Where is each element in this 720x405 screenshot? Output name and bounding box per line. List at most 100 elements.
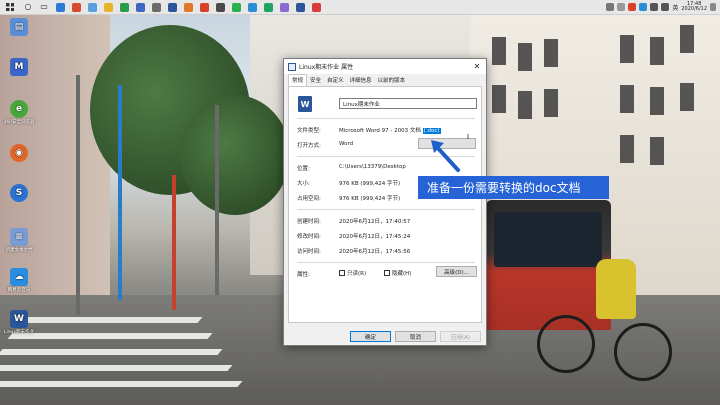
clock[interactable]: 17:48 2020/6/12 [681, 1, 707, 13]
word-icon[interactable] [292, 0, 308, 15]
created-value: 2020年6月12日，17:40:57 [339, 219, 411, 225]
text-file-icon: ≡ [10, 228, 28, 246]
tree [180, 95, 290, 215]
app-icon[interactable] [100, 0, 116, 15]
location-label: 位置: [297, 166, 310, 172]
properties-dialog: Linux期末作业 属性 ✕ 常规 安全 自定义 详细信息 以前的版本 W 文件… [283, 58, 487, 346]
app-m-icon: M [10, 58, 28, 76]
app-icon[interactable] [180, 0, 196, 15]
app-icon[interactable] [164, 0, 180, 15]
desktop-icon[interactable]: e 360安全浏览器 [2, 100, 36, 125]
app-icon[interactable] [52, 0, 68, 15]
tab-previous-versions[interactable]: 以前的版本 [375, 75, 409, 86]
building-window [620, 85, 634, 113]
ok-button[interactable]: 确定 [350, 331, 391, 342]
desktop-icon-label: 360安全浏览器 [3, 120, 35, 125]
app-icon[interactable] [116, 0, 132, 15]
readonly-checkbox[interactable]: 只读(R) [339, 269, 366, 277]
app-icon[interactable] [308, 0, 324, 15]
open-with-value: Word [339, 141, 354, 147]
bus-window [494, 212, 602, 267]
app-icon[interactable] [132, 0, 148, 15]
network-icon[interactable] [661, 3, 670, 11]
app-icon[interactable] [276, 0, 292, 15]
apply-button[interactable]: 应用(A) [440, 331, 481, 342]
disk-size-value: 976 KB (999,424 字节) [339, 196, 401, 202]
app-icon[interactable] [148, 0, 164, 15]
building-window [680, 83, 694, 111]
hidden-checkbox[interactable]: 隐藏(H) [384, 269, 411, 277]
desktop-icon[interactable]: ▤ [2, 18, 36, 37]
building-window [620, 35, 634, 63]
building-window [680, 25, 694, 53]
desktop-icon[interactable]: ≡ 新建文本文档 [2, 228, 36, 253]
general-panel: W 文件类型: Microsoft Word 97 - 2003 文档 (.do… [288, 86, 482, 323]
excel-icon[interactable] [260, 0, 276, 15]
word-doc-icon: W [10, 310, 28, 328]
accessed-label: 访问时间: [297, 249, 321, 255]
notification-icon[interactable] [710, 3, 716, 11]
app-icon[interactable] [212, 0, 228, 15]
tray-app-icon[interactable] [617, 3, 626, 11]
desktop-icon[interactable]: M [2, 58, 36, 77]
bicycle-wheel [614, 323, 672, 381]
modified-label: 修改时间: [297, 234, 321, 240]
ime-indicator[interactable]: 英 [672, 3, 678, 12]
accessed-value: 2020年6月12日，17:45:56 [339, 249, 411, 255]
desktop-icon[interactable]: ☁ 网易云音乐 [2, 268, 36, 293]
search-icon[interactable]: ○ [20, 0, 36, 15]
tray-app-icon[interactable] [639, 3, 648, 11]
cancel-button[interactable]: 取消 [395, 331, 436, 342]
building-window [620, 135, 634, 163]
divider [297, 262, 475, 263]
desktop-icon-label: 新建文本文档 [5, 248, 33, 253]
crosswalk-stripe [17, 317, 203, 323]
file-type-text: Microsoft Word 97 - 2003 文档 [339, 128, 421, 134]
cloud-music-icon: ☁ [10, 268, 28, 286]
tray-app-icon[interactable] [628, 3, 637, 11]
app-icon[interactable] [84, 0, 100, 15]
desktop-icon[interactable]: S [2, 184, 36, 203]
text-cursor-icon: I [467, 133, 470, 141]
desktop-icon-label: 网易云音乐 [7, 288, 31, 293]
app-icon[interactable] [244, 0, 260, 15]
building-window [492, 85, 506, 113]
task-view-icon[interactable]: ▭ [36, 0, 52, 15]
desktop-icon[interactable]: ◉ [2, 144, 36, 163]
start-button[interactable] [0, 0, 20, 15]
word-file-icon: W [298, 96, 312, 112]
app-icon[interactable] [228, 0, 244, 15]
file-name-input[interactable] [339, 98, 477, 109]
close-button[interactable]: ✕ [468, 59, 486, 74]
desktop-icon-label: Linux期末作业 [3, 330, 35, 335]
building-window [650, 137, 664, 165]
sogou-icon: S [10, 184, 28, 202]
tab-security[interactable]: 安全 [307, 75, 324, 86]
desktop-icon[interactable]: W Linux期末作业 [2, 310, 36, 335]
volume-icon[interactable] [650, 3, 659, 11]
size-label: 大小: [297, 181, 310, 187]
tab-details[interactable]: 详细信息 [347, 75, 375, 86]
advanced-button[interactable]: 高级(D)... [436, 266, 477, 277]
dialog-title: Linux期末作业 属性 [299, 64, 354, 71]
building-window [518, 91, 532, 119]
bus [486, 200, 611, 330]
checkbox-box [384, 270, 390, 276]
annotation-callout: 准备一份需要转换的doc文档 [418, 176, 609, 199]
crosswalk-stripe [0, 349, 223, 355]
file-type-label: 文件类型: [297, 128, 321, 134]
tab-custom[interactable]: 自定义 [324, 75, 347, 86]
tray-app-icon[interactable] [606, 3, 615, 11]
system-tray: 英 17:48 2020/6/12 [606, 1, 720, 13]
app-icon[interactable] [68, 0, 84, 15]
building-window [650, 87, 664, 115]
dialog-titlebar[interactable]: Linux期末作业 属性 ✕ [284, 59, 486, 74]
crosswalk-stripe [0, 365, 233, 371]
firefox-icon: ◉ [10, 144, 28, 162]
tab-general[interactable]: 常规 [288, 74, 308, 86]
tab-bar: 常规 安全 自定义 详细信息 以前的版本 [284, 74, 486, 86]
app-icon[interactable] [196, 0, 212, 15]
sign-pole [172, 175, 176, 310]
disk-size-label: 占用空间: [297, 196, 321, 202]
file-extension: (.doc) [422, 128, 441, 134]
